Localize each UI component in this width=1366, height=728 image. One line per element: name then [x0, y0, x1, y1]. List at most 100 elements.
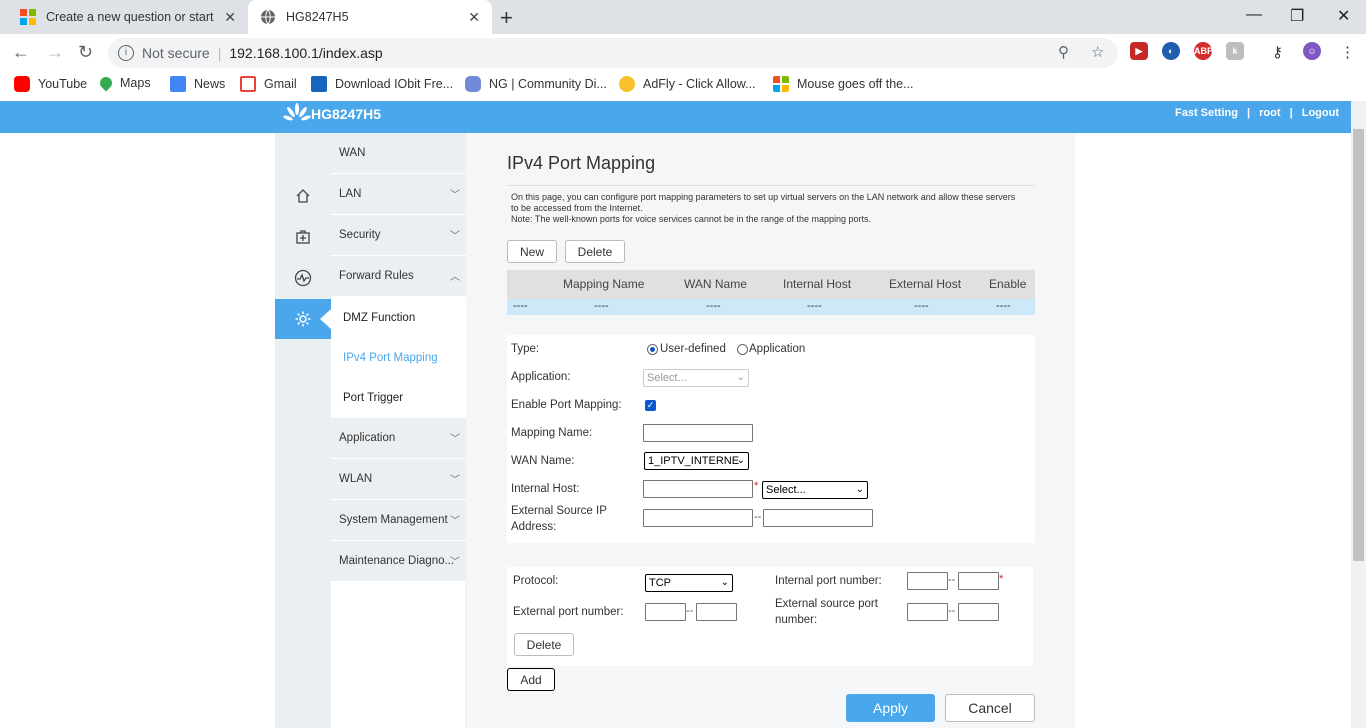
sidebar-item-wan[interactable]: WAN: [331, 133, 466, 174]
key-icon[interactable]: ⚷: [1272, 43, 1283, 61]
tab-title: HG8247H5: [286, 10, 349, 24]
enable-port-mapping-checkbox[interactable]: ✓: [645, 400, 656, 411]
extension-icon[interactable]: ▶: [1130, 42, 1148, 60]
url-text: 192.168.100.1/index.asp: [229, 45, 383, 61]
internal-port-label: Internal port number:: [775, 575, 882, 587]
chevron-down-icon: ﹀: [450, 475, 460, 486]
external-source-port-end-input[interactable]: [958, 603, 999, 621]
browser-tab-2[interactable]: HG8247H5 ✕: [248, 0, 492, 34]
sidebar-item-port-trigger[interactable]: Port Trigger: [331, 378, 466, 418]
fast-setting-link[interactable]: Fast Setting: [1175, 107, 1238, 119]
internal-host-input[interactable]: [643, 480, 753, 498]
extension-icon[interactable]: ◐: [1162, 42, 1180, 60]
internal-host-label: Internal Host:: [511, 483, 580, 495]
sidebar-item-security[interactable]: Security ﹀: [331, 215, 466, 256]
active-indicator: [320, 309, 331, 329]
bookmark-adfly[interactable]: AdFly - Click Allow...: [619, 76, 756, 92]
column-header: Internal Host: [783, 277, 852, 291]
close-tab-icon[interactable]: ✕: [468, 9, 480, 26]
sidebar-item-application[interactable]: Application ﹀: [331, 418, 466, 459]
radio-label: User-defined: [660, 343, 726, 355]
sidebar-item-system-management[interactable]: System Management ﹀: [331, 500, 466, 541]
extension-icon[interactable]: k: [1226, 42, 1244, 60]
restore-button[interactable]: ❐: [1290, 6, 1304, 26]
external-source-ip-end-input[interactable]: [763, 509, 873, 527]
close-window-button[interactable]: ✕: [1337, 6, 1350, 26]
radio-label: Application: [749, 343, 806, 355]
scroll-thumb[interactable]: [1353, 129, 1364, 561]
application-select[interactable]: Select... ⌄: [643, 369, 749, 387]
internal-host-select[interactable]: Select... ⌄: [762, 481, 868, 499]
chevron-down-icon: ﹀: [450, 190, 460, 201]
type-label: Type:: [511, 343, 540, 355]
bookmark-gmail[interactable]: Gmail: [240, 76, 297, 92]
zoom-icon[interactable]: ⚲: [1058, 43, 1069, 61]
range-separator: --: [686, 605, 694, 617]
column-header: Mapping Name: [563, 277, 645, 291]
new-button[interactable]: New: [507, 240, 557, 263]
sidebar-item-forward-rules[interactable]: Forward Rules ︿: [331, 256, 466, 297]
internal-port-start-input[interactable]: [907, 572, 948, 590]
iobit-icon: [311, 76, 327, 92]
delete-port-button[interactable]: Delete: [514, 633, 574, 656]
range-separator: --: [754, 511, 762, 523]
first-aid-icon[interactable]: [275, 217, 331, 257]
external-source-ip-start-input[interactable]: [643, 509, 753, 527]
bookmark-news[interactable]: News: [170, 76, 225, 92]
radio-user-defined[interactable]: [647, 344, 658, 355]
logout-link[interactable]: Logout: [1302, 107, 1339, 119]
sidebar-item-maintenance[interactable]: Maintenance Diagno... ﹀: [331, 541, 466, 582]
new-tab-button[interactable]: +: [500, 5, 513, 31]
minimize-button[interactable]: —: [1246, 6, 1262, 24]
external-source-ip-label: External Source IP: [511, 505, 607, 517]
external-port-label: External port number:: [513, 606, 624, 618]
sidebar-item-lan[interactable]: LAN ﹀: [331, 174, 466, 215]
bookmark-microsoft[interactable]: Mouse goes off the...: [773, 76, 914, 92]
bookmark-star-icon[interactable]: ☆: [1091, 43, 1104, 61]
security-indicator: Not secure: [142, 45, 210, 61]
external-port-end-input[interactable]: [696, 603, 737, 621]
huawei-icon: [283, 103, 311, 121]
application-label: Application:: [511, 371, 571, 383]
page-header: HG8247H5 Fast Setting | root | Logout: [0, 101, 1351, 133]
reload-button[interactable]: ↻: [78, 42, 93, 63]
required-marker: *: [999, 573, 1004, 585]
profile-avatar[interactable]: ☺: [1303, 42, 1321, 60]
table-row[interactable]: ---- ---- ---- ---- ---- ----: [507, 299, 1035, 315]
delete-button[interactable]: Delete: [565, 240, 625, 263]
apply-button[interactable]: Apply: [846, 694, 935, 722]
menu-icon[interactable]: ⋮: [1340, 43, 1355, 61]
sidebar-item-ipv4-port-mapping[interactable]: IPv4 Port Mapping: [331, 338, 466, 378]
cancel-button[interactable]: Cancel: [945, 694, 1035, 722]
home-icon[interactable]: [275, 176, 331, 216]
external-source-port-start-input[interactable]: [907, 603, 948, 621]
divider: |: [1247, 107, 1251, 119]
bookmark-iobit[interactable]: Download IObit Fre...: [311, 76, 453, 92]
close-tab-icon[interactable]: ✕: [224, 9, 236, 26]
forward-button[interactable]: →: [46, 42, 64, 63]
page-scrollbar[interactable]: [1351, 101, 1366, 728]
bookmark-maps[interactable]: Maps: [97, 74, 151, 92]
protocol-select[interactable]: TCP ⌄: [645, 574, 733, 592]
address-bar[interactable]: i Not secure | 192.168.100.1/index.asp: [108, 38, 1118, 68]
browser-tab-1[interactable]: Create a new question or start a d ✕: [0, 0, 248, 34]
sidebar-item-wlan[interactable]: WLAN ﹀: [331, 459, 466, 500]
sidebar-item-dmz-function[interactable]: DMZ Function: [331, 298, 466, 338]
bookmark-youtube[interactable]: YouTube: [14, 76, 87, 92]
wan-name-select[interactable]: 1_IPTV_INTERNE ⌄: [644, 452, 749, 470]
back-button[interactable]: ←: [12, 42, 30, 63]
mapping-name-input[interactable]: [643, 424, 753, 442]
user-link[interactable]: root: [1259, 107, 1280, 119]
port-mapping-form: Type: User-defined Application Applicati…: [507, 335, 1035, 543]
radio-application[interactable]: [737, 344, 748, 355]
external-port-start-input[interactable]: [645, 603, 686, 621]
add-button[interactable]: Add: [507, 668, 555, 691]
pulse-icon[interactable]: [275, 258, 331, 298]
page-description: On this page, you can configure port map…: [511, 192, 1016, 224]
info-icon[interactable]: i: [118, 45, 134, 61]
adblock-icon[interactable]: ABP: [1194, 42, 1213, 60]
gmail-icon: [240, 76, 256, 92]
chevron-down-icon: ⌄: [736, 372, 745, 383]
bookmark-discord[interactable]: NG | Community Di...: [465, 76, 607, 92]
internal-port-end-input[interactable]: [958, 572, 999, 590]
